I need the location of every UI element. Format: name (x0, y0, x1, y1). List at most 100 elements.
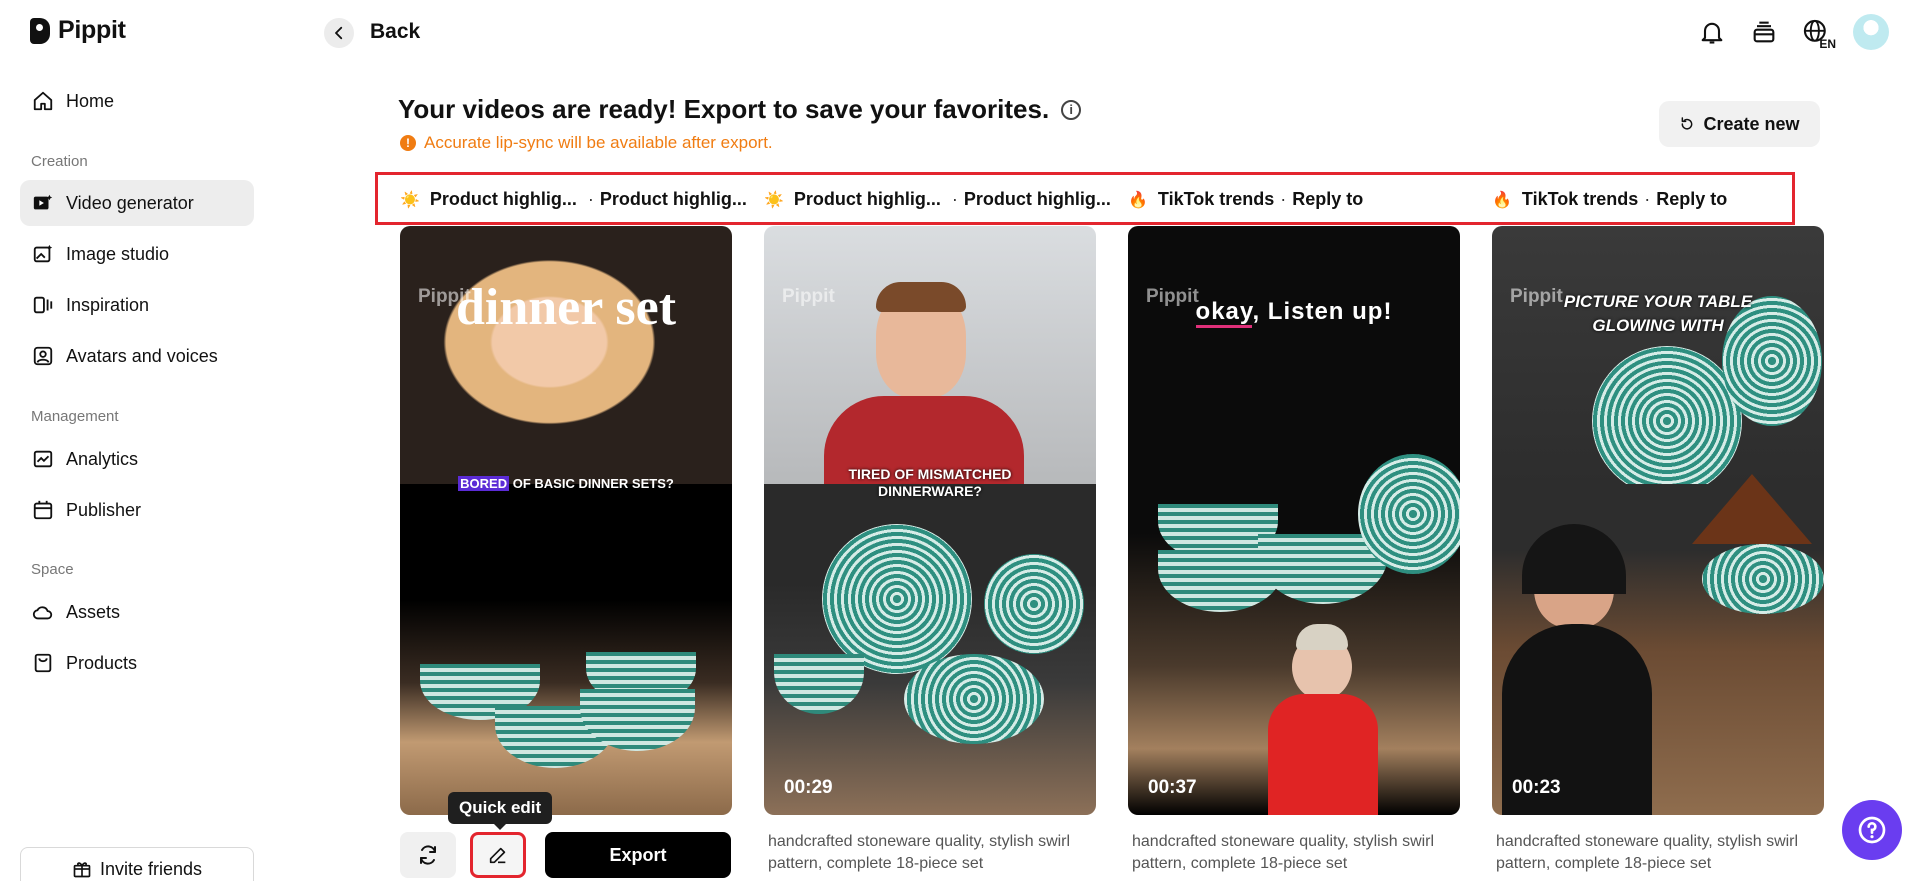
video-caption: okay, Listen up! (1128, 298, 1460, 328)
video-tag-group[interactable]: 🔥 TikTok trends · Reply to (1492, 189, 1727, 210)
sidebar-item-label: Home (66, 90, 115, 111)
video-tag-group[interactable]: 🔥 TikTok trends · Reply to (1128, 189, 1363, 210)
language-button[interactable]: EN (1801, 17, 1836, 51)
video-tags-strip: ☀️ Product highlig... · Product highlig.… (375, 172, 1795, 225)
language-code: EN (1819, 37, 1836, 51)
section-label-management: Management (31, 408, 119, 425)
caption-text: OF BASIC DINNER SETS? (509, 476, 674, 491)
sidebar-item-video-generator[interactable]: Video generator (20, 180, 254, 226)
tag-separator: · (1280, 189, 1287, 209)
analytics-icon (33, 450, 53, 468)
video-tag: Product highlig... (963, 189, 1111, 209)
video-tag-group[interactable]: ☀️ Product highlig... · Product highlig.… (764, 189, 1111, 210)
video-description: handcrafted stoneware quality, stylish s… (768, 833, 1071, 872)
app-name: Pippit (58, 16, 126, 44)
video-tag: Product highlig... (599, 189, 747, 209)
invite-friends-label: Invite friends (99, 858, 203, 879)
caption-highlight: BORED (458, 476, 510, 491)
info-icon[interactable]: i (1061, 99, 1082, 120)
sidebar-item-home[interactable]: Home (20, 78, 254, 124)
sidebar-item-label: Inspiration (66, 294, 150, 315)
gift-icon (73, 862, 91, 878)
sidebar-item-label: Assets (66, 601, 121, 622)
video-thumbnail (764, 226, 1096, 486)
export-button[interactable]: Export (545, 832, 731, 878)
sidebar-item-assets[interactable]: Assets (20, 589, 254, 635)
video-thumbnail (764, 484, 1096, 815)
pencil-icon (489, 847, 506, 864)
sidebar-item-products[interactable]: Products (20, 640, 254, 686)
video-thumbnail (400, 484, 732, 815)
invite-friends-button[interactable]: Invite friends (20, 847, 254, 881)
sun-icon: ☀️ (764, 191, 784, 209)
tag-separator: · (1644, 189, 1651, 209)
video-duration: 00:29 (784, 777, 833, 798)
quick-edit-button[interactable] (470, 832, 526, 878)
cloud-icon (32, 606, 53, 620)
video-caption: TIRED OF MISMATCHED DINNERWARE? (848, 466, 1012, 499)
product-box-icon (34, 653, 52, 673)
video-duration: 00:37 (1148, 777, 1197, 798)
fire-icon: 🔥 (1492, 191, 1512, 209)
sidebar-item-label: Avatars and voices (66, 345, 218, 366)
watermark: Pippit (782, 286, 835, 307)
video-description: handcrafted stoneware quality, stylish s… (1496, 833, 1799, 872)
storage-button[interactable] (1749, 17, 1779, 47)
sidebar-item-label: Video generator (66, 192, 194, 213)
create-new-button[interactable]: Create new (1659, 101, 1820, 147)
calendar-icon (33, 500, 53, 520)
sidebar-item-inspiration[interactable]: Inspiration (20, 282, 254, 328)
sun-icon: ☀️ (400, 191, 420, 209)
notifications-button[interactable] (1697, 17, 1727, 47)
video-description: handcrafted stoneware quality, stylish s… (1132, 833, 1435, 872)
video-card[interactable]: Pippit PICTURE YOUR TABLE GLOWING WITH 0… (1492, 226, 1824, 815)
video-tag: Product highlig... (429, 189, 577, 209)
section-label-creation: Creation (31, 153, 88, 170)
chevron-left-icon (335, 26, 343, 40)
inspiration-icon (33, 296, 53, 314)
page-title: Your videos are ready! Export to save yo… (398, 94, 1082, 125)
tag-separator: · (946, 189, 958, 209)
sidebar-item-label: Products (66, 652, 138, 673)
user-avatar[interactable] (1853, 14, 1889, 50)
home-icon (33, 91, 53, 111)
sidebar-item-analytics[interactable]: Analytics (20, 436, 254, 482)
lipsync-notice-text: Accurate lip-sync will be available afte… (424, 133, 773, 152)
video-tag-group[interactable]: ☀️ Product highlig... · Product highlig.… (400, 189, 747, 210)
video-tag: TikTok trends (1157, 189, 1275, 209)
sidebar-item-avatars-voices[interactable]: Avatars and voices (20, 333, 254, 379)
back-label[interactable]: Back (370, 20, 420, 44)
sidebar-item-label: Publisher (66, 499, 142, 520)
sidebar-item-publisher[interactable]: Publisher (20, 487, 254, 533)
video-duration: 00:23 (1512, 777, 1561, 798)
video-tag: Product highlig... (793, 189, 941, 209)
top-toolbar: EN (1697, 14, 1889, 51)
bell-icon (1701, 22, 1723, 44)
video-generator-icon (33, 194, 53, 210)
app-logo[interactable]: Pippit (30, 16, 126, 45)
layers-icon (1753, 21, 1775, 43)
video-caption: BORED OF BASIC DINNER SETS? (400, 476, 732, 491)
video-tag: Reply to (1656, 189, 1728, 209)
video-caption: PICTURE YOUR TABLE GLOWING WITH (1563, 292, 1753, 335)
video-thumbnail (1128, 454, 1460, 815)
lipsync-notice: ! Accurate lip-sync will be available af… (400, 133, 773, 153)
help-icon (1858, 816, 1886, 844)
video-card[interactable]: Pippit okay, Listen up! 00:37 (1128, 226, 1460, 815)
sidebar-item-image-studio[interactable]: Image studio (20, 231, 254, 277)
caption-text: , Listen up! (1252, 298, 1393, 325)
quick-edit-tooltip: Quick edit (448, 792, 553, 830)
video-thumbnail (1128, 226, 1460, 484)
avatar-voice-icon (33, 346, 53, 366)
pippit-logo-icon (30, 17, 50, 44)
back-button[interactable] (324, 18, 354, 48)
tag-separator: · (582, 189, 594, 209)
video-card[interactable]: Pippit dinner set BORED OF BASIC DINNER … (400, 226, 732, 815)
regenerate-button[interactable] (400, 832, 456, 878)
help-button[interactable] (1842, 800, 1902, 860)
video-title-overlay: dinner set (455, 279, 677, 336)
warning-icon: ! (400, 135, 416, 151)
video-card[interactable]: Pippit TIRED OF MISMATCHED DINNERWARE? 0… (764, 226, 1096, 815)
sidebar-item-label: Image studio (66, 243, 170, 264)
video-tag: Reply to (1292, 189, 1364, 209)
